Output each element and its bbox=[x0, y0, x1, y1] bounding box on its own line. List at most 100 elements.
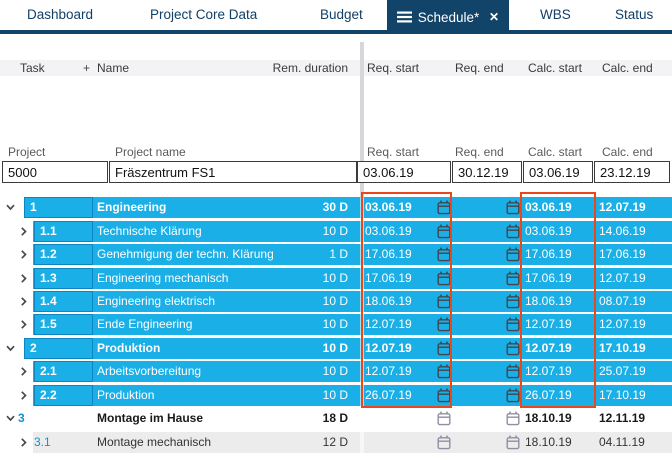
col-header-req-end[interactable]: Req. end bbox=[455, 60, 504, 76]
schedule-row[interactable]: 1.5Ende Engineering 10 D 12.07.19 12.07.19 1… bbox=[0, 314, 672, 335]
calendar-icon[interactable] bbox=[437, 341, 451, 356]
task-name-cell[interactable]: Montage im Hause bbox=[97, 408, 203, 429]
calendar-icon[interactable] bbox=[437, 435, 451, 450]
task-name-cell[interactable]: Engineering elektrisch bbox=[97, 291, 215, 312]
calendar-icon[interactable] bbox=[506, 435, 520, 450]
rem-duration-cell[interactable]: 10 D bbox=[323, 361, 348, 382]
task-id-cell[interactable]: 3.1 bbox=[34, 432, 93, 453]
calendar-icon[interactable] bbox=[506, 364, 520, 379]
project-calc-end-field[interactable]: 23.12.19 bbox=[594, 161, 670, 183]
req-start-cell[interactable]: 17.06.19 bbox=[365, 268, 412, 289]
col-header-calc-end[interactable]: Calc. end bbox=[602, 60, 653, 76]
tab-project-core-data[interactable]: Project Core Data bbox=[150, 0, 257, 30]
schedule-row[interactable]: 1.4Engineering elektrisch10 D18.06.1918.… bbox=[0, 291, 672, 312]
calc-start-cell[interactable]: 12.07.19 bbox=[525, 314, 572, 335]
calendar-icon[interactable] bbox=[506, 341, 520, 356]
task-name-cell[interactable]: Engineering mechanisch bbox=[97, 268, 228, 289]
project-id-field[interactable]: 5000 bbox=[2, 161, 108, 183]
col-header-req-start[interactable]: Req. start bbox=[367, 60, 419, 76]
task-id-cell[interactable]: 1.3 bbox=[34, 268, 93, 289]
calendar-icon[interactable] bbox=[437, 200, 451, 215]
chevron-down-icon[interactable] bbox=[5, 343, 16, 354]
calc-start-cell[interactable]: 17.06.19 bbox=[525, 268, 572, 289]
calc-end-cell[interactable]: 08.07.19 bbox=[599, 291, 646, 312]
tab-status[interactable]: Status bbox=[615, 0, 653, 30]
req-start-cell[interactable]: 17.06.19 bbox=[365, 244, 412, 265]
task-id-cell[interactable]: 2.1 bbox=[34, 361, 93, 382]
calc-start-cell[interactable]: 18.10.19 bbox=[525, 432, 572, 453]
tab-schedule[interactable]: Schedule*✕ bbox=[387, 0, 509, 34]
task-id-cell[interactable]: 1.4 bbox=[34, 291, 93, 312]
schedule-row[interactable]: 1Engineering30 D03.06.1903.06.1912.07.19 bbox=[0, 197, 672, 218]
calc-start-cell[interactable]: 17.06.19 bbox=[525, 244, 572, 265]
schedule-row[interactable]: 1.3Engineering mechanisch 10 D 17.06.19 17.… bbox=[0, 268, 672, 289]
calendar-icon[interactable] bbox=[437, 388, 451, 403]
chevron-right-icon[interactable] bbox=[18, 390, 29, 401]
calendar-icon[interactable] bbox=[437, 317, 451, 332]
req-start-cell[interactable]: 03.06.19 bbox=[365, 221, 412, 242]
calendar-icon[interactable] bbox=[437, 294, 451, 309]
req-start-cell[interactable]: 12.07.19 bbox=[365, 314, 412, 335]
menu-icon[interactable] bbox=[397, 11, 412, 23]
calendar-icon[interactable] bbox=[506, 317, 520, 332]
rem-duration-cell[interactable]: 10 D bbox=[323, 385, 348, 406]
calc-start-cell[interactable]: 03.06.19 bbox=[525, 197, 572, 218]
calendar-icon[interactable] bbox=[437, 364, 451, 379]
calc-end-cell[interactable]: 17.10.19 bbox=[599, 338, 646, 359]
task-name-cell[interactable]: Engineering bbox=[97, 197, 166, 218]
req-start-cell[interactable]: 12.07.19 bbox=[365, 338, 412, 359]
task-id-cell[interactable]: 2.2 bbox=[34, 385, 93, 406]
task-id-cell[interactable]: 1.1 bbox=[34, 221, 93, 242]
project-req-end-field[interactable]: 30.12.19 bbox=[452, 161, 522, 183]
rem-duration-cell[interactable]: 10 D bbox=[323, 338, 348, 359]
task-name-cell[interactable]: Produktion bbox=[97, 385, 154, 406]
calc-start-cell[interactable]: 03.06.19 bbox=[525, 221, 572, 242]
task-name-cell[interactable]: Ende Engineering bbox=[97, 314, 192, 335]
calc-end-cell[interactable]: 14.06.19 bbox=[599, 221, 646, 242]
schedule-row[interactable]: 3Montage im Hause18 D18.10.1912.11.19 bbox=[0, 408, 672, 429]
task-id-cell[interactable]: 1.5 bbox=[34, 314, 93, 335]
calendar-icon[interactable] bbox=[437, 411, 451, 426]
req-start-cell[interactable]: 26.07.19 bbox=[365, 385, 412, 406]
task-id-cell[interactable]: 3 bbox=[18, 408, 93, 429]
calc-start-cell[interactable]: 12.07.19 bbox=[525, 338, 572, 359]
rem-duration-cell[interactable]: 1 D bbox=[329, 244, 348, 265]
schedule-row[interactable]: 1.2Genehmigung der techn. Klärung1 D17.0… bbox=[0, 244, 672, 265]
rem-duration-cell[interactable]: 10 D bbox=[323, 221, 348, 242]
calc-end-cell[interactable]: 12.07.19 bbox=[599, 268, 646, 289]
chevron-down-icon[interactable] bbox=[5, 202, 16, 213]
req-start-cell[interactable]: 12.07.19 bbox=[365, 361, 412, 382]
col-header-calc-start[interactable]: Calc. start bbox=[528, 60, 582, 76]
close-icon[interactable]: ✕ bbox=[485, 10, 499, 24]
calc-end-cell[interactable]: 12.07.19 bbox=[599, 314, 646, 335]
schedule-row[interactable]: 3.1Montage mechanisch12 D18.10.1904.11.1… bbox=[0, 432, 672, 453]
calendar-icon[interactable] bbox=[437, 247, 451, 262]
task-name-cell[interactable]: Arbeitsvorbereitung bbox=[97, 361, 201, 382]
calc-end-cell[interactable]: 12.11.19 bbox=[599, 408, 645, 429]
rem-duration-cell[interactable]: 12 D bbox=[323, 432, 348, 453]
task-name-cell[interactable]: Genehmigung der techn. Klärung bbox=[97, 244, 274, 265]
schedule-row[interactable]: 2.2Produktion10 D26.07.1926.07.1917.10.1… bbox=[0, 385, 672, 406]
add-column-icon[interactable]: + bbox=[83, 60, 90, 76]
rem-duration-cell[interactable]: 30 D bbox=[323, 197, 348, 218]
calc-start-cell[interactable]: 18.10.19 bbox=[525, 408, 572, 429]
calc-end-cell[interactable]: 25.07.19 bbox=[599, 361, 646, 382]
calendar-icon[interactable] bbox=[506, 224, 520, 239]
task-name-cell[interactable]: Montage mechanisch bbox=[97, 432, 211, 453]
col-header-name[interactable]: Name bbox=[97, 60, 129, 76]
task-name-cell[interactable]: Produktion bbox=[97, 338, 160, 359]
chevron-right-icon[interactable] bbox=[18, 249, 29, 260]
schedule-row[interactable]: 2Produktion10 D12.07.1912.07.1917.10.19 bbox=[0, 338, 672, 359]
tab-budget[interactable]: Budget bbox=[320, 0, 363, 30]
rem-duration-cell[interactable]: 10 D bbox=[323, 291, 348, 312]
calendar-icon[interactable] bbox=[506, 388, 520, 403]
chevron-right-icon[interactable] bbox=[18, 319, 29, 330]
chevron-right-icon[interactable] bbox=[18, 226, 29, 237]
chevron-right-icon[interactable] bbox=[18, 296, 29, 307]
rem-duration-cell[interactable]: 10 D bbox=[323, 314, 348, 335]
calendar-icon[interactable] bbox=[437, 271, 451, 286]
rem-duration-cell[interactable]: 10 D bbox=[323, 268, 348, 289]
chevron-down-icon[interactable] bbox=[5, 413, 16, 424]
req-start-cell[interactable]: 03.06.19 bbox=[365, 197, 412, 218]
calc-start-cell[interactable]: 12.07.19 bbox=[525, 361, 572, 382]
